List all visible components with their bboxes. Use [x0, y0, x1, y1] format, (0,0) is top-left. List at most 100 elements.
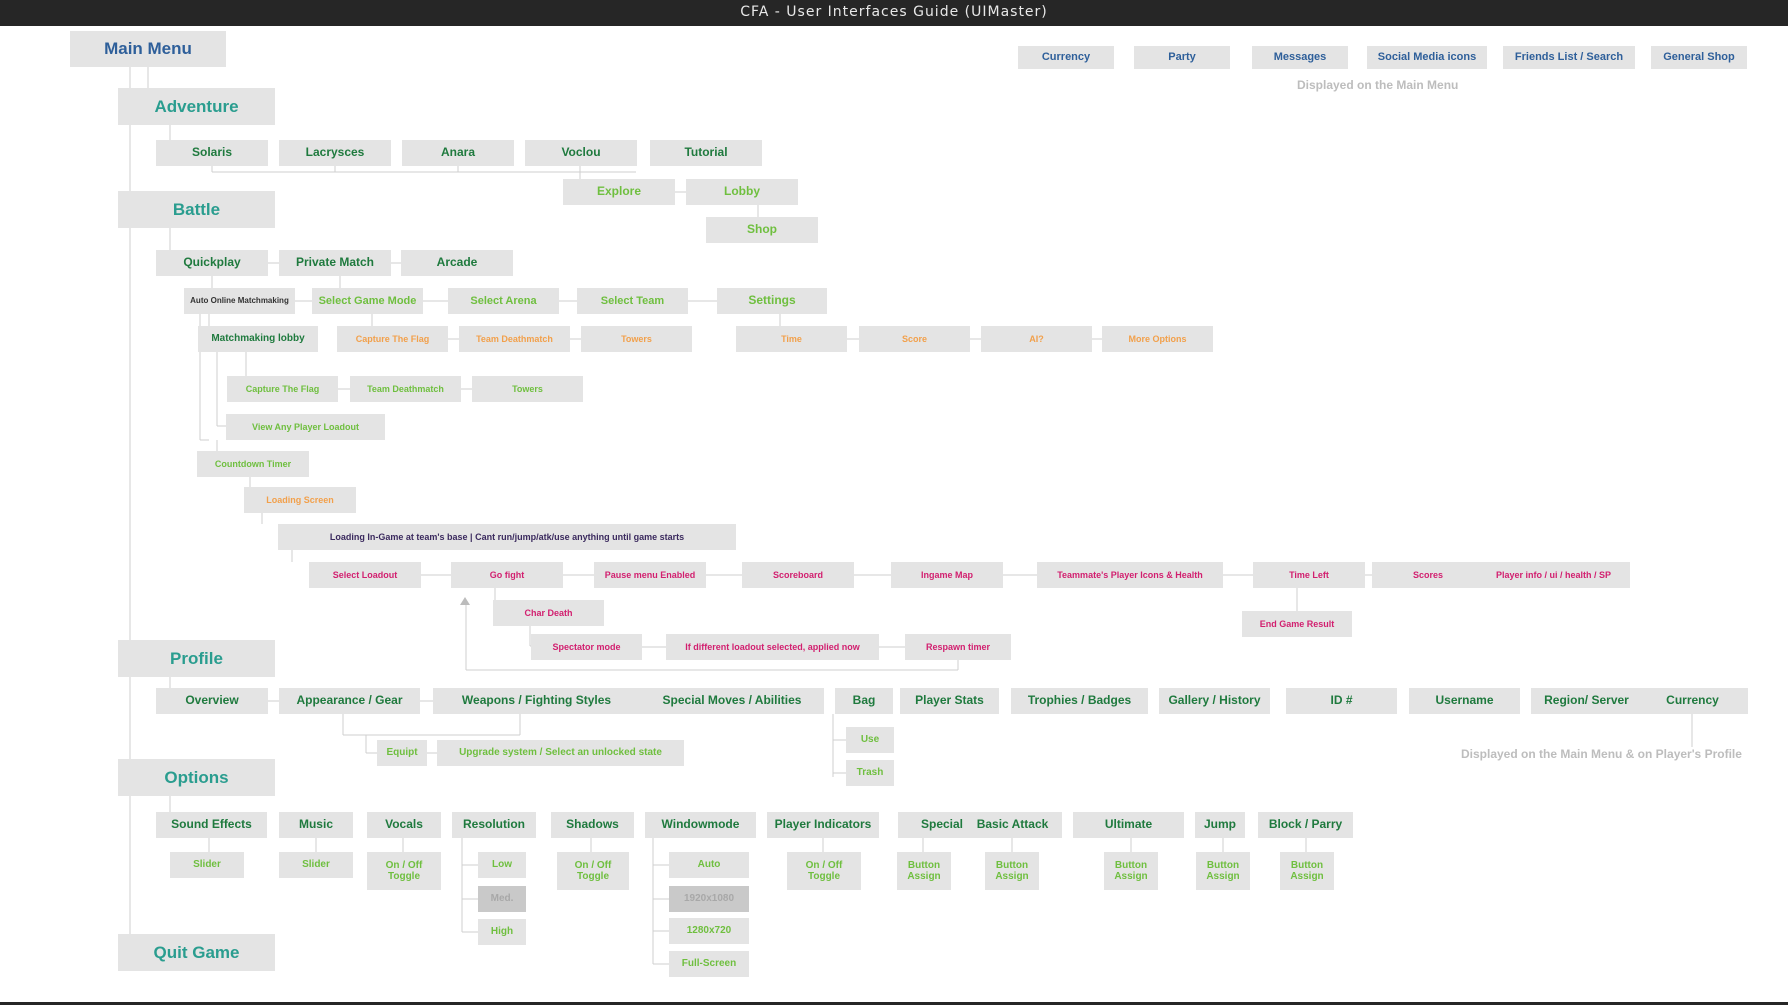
node-top-currency: Currency	[1018, 46, 1114, 69]
node-o-high: High	[478, 919, 526, 945]
node-b-ctf-o: Capture The Flag	[337, 326, 448, 352]
node-b-loadout-view: View Any Player Loadout	[226, 414, 385, 440]
node-top-shop: General Shop	[1651, 46, 1747, 69]
node-o-ultimate-btn: Button Assign	[1104, 852, 1158, 890]
note-profile: Displayed on the Main Menu & on Player's…	[1461, 747, 1742, 761]
node-p-use: Use	[846, 727, 894, 753]
node-adv-tutorial: Tutorial	[650, 140, 762, 166]
node-g-scores: Scores	[1372, 562, 1484, 588]
node-b-private: Private Match	[279, 250, 391, 276]
node-p-special: Special Moves / Abilities	[640, 688, 824, 714]
node-o-music: Music	[279, 812, 353, 838]
node-o-music-slider: Slider	[279, 852, 353, 878]
node-o-sfx-slider: Slider	[170, 852, 244, 878]
node-b-arcade: Arcade	[401, 250, 513, 276]
node-p-gallery: Gallery / History	[1159, 688, 1270, 714]
node-adv-lobby: Lobby	[686, 179, 798, 205]
node-adv-explore: Explore	[563, 179, 675, 205]
node-top-social: Social Media icons	[1367, 46, 1487, 69]
node-b-loading: Loading Screen	[244, 487, 356, 513]
node-o-1280: 1280x720	[669, 918, 749, 944]
node-p-id: ID #	[1286, 688, 1397, 714]
node-o-indicators: Player Indicators	[767, 812, 879, 838]
node-profile: Profile	[118, 640, 275, 677]
node-p-bag: Bag	[835, 688, 893, 714]
node-o-med: Med.	[478, 886, 526, 912]
node-b-tdm-o: Team Deathmatch	[459, 326, 570, 352]
node-o-jump-btn: Button Assign	[1196, 852, 1250, 890]
node-b-gamemode: Select Game Mode	[312, 288, 423, 314]
node-b-towers-o: Towers	[581, 326, 692, 352]
arrowhead-icon	[460, 597, 470, 605]
node-g-diffload: If different loadout selected, applied n…	[666, 634, 879, 660]
node-o-full: Full-Screen	[669, 951, 749, 977]
node-b-ingame: Loading In-Game at team's base | Cant ru…	[278, 524, 736, 550]
node-b-time: Time	[736, 326, 847, 352]
node-g-map: Ingame Map	[891, 562, 1003, 588]
node-g-mates: Teammate's Player Icons & Health	[1037, 562, 1223, 588]
node-o-basic: Basic Attack	[963, 812, 1062, 838]
node-p-upgrade: Upgrade system / Select an unlocked stat…	[437, 740, 684, 766]
node-p-stats: Player Stats	[900, 688, 999, 714]
node-o-special-btn: Button Assign	[897, 852, 951, 890]
node-adv-solaris: Solaris	[156, 140, 268, 166]
node-o-ind-toggle: On / Off Toggle	[787, 852, 861, 890]
node-o-basic-btn: Button Assign	[985, 852, 1039, 890]
node-battle: Battle	[118, 191, 275, 228]
node-p-appearance: Appearance / Gear	[279, 688, 420, 714]
node-o-shadows: Shadows	[551, 812, 634, 838]
node-b-tdm: Team Deathmatch	[350, 376, 461, 402]
node-p-trophies: Trophies / Badges	[1011, 688, 1148, 714]
node-b-team: Select Team	[577, 288, 688, 314]
note-main-menu: Displayed on the Main Menu	[1297, 78, 1459, 92]
node-g-gofight: Go fight	[451, 562, 563, 588]
node-p-username: Username	[1409, 688, 1520, 714]
node-p-region: Region/ Server	[1531, 688, 1642, 714]
node-o-1920: 1920x1080	[669, 886, 749, 912]
node-top-messages: Messages	[1252, 46, 1348, 69]
node-g-spectator: Spectator mode	[531, 634, 642, 660]
node-o-vocals: Vocals	[367, 812, 441, 838]
node-options: Options	[118, 759, 275, 796]
node-g-scoreboard: Scoreboard	[742, 562, 854, 588]
node-g-chardeath: Char Death	[493, 600, 604, 626]
node-o-sfx: Sound Effects	[156, 812, 267, 838]
node-adventure: Adventure	[118, 88, 275, 125]
node-top-friends: Friends List / Search	[1503, 46, 1635, 69]
node-g-timeleft: Time Left	[1253, 562, 1365, 588]
node-p-overview: Overview	[156, 688, 268, 714]
node-o-low: Low	[478, 852, 526, 878]
node-b-settings: Settings	[717, 288, 827, 314]
node-b-auto: Auto Online Matchmaking	[184, 288, 295, 314]
node-g-endgame: End Game Result	[1242, 611, 1352, 637]
node-adv-anara: Anara	[402, 140, 514, 166]
node-g-respawn: Respawn timer	[905, 634, 1011, 660]
node-p-currency: Currency	[1637, 688, 1748, 714]
node-p-trash: Trash	[846, 760, 894, 786]
node-o-auto: Auto	[669, 852, 749, 878]
node-b-quickplay: Quickplay	[156, 250, 268, 276]
node-quit: Quit Game	[118, 934, 275, 971]
node-b-ai: AI?	[981, 326, 1092, 352]
node-o-shadows-toggle: On / Off Toggle	[557, 852, 629, 890]
node-b-countdown: Countdown Timer	[197, 451, 309, 477]
node-b-mlobby: Matchmaking lobby	[198, 326, 318, 352]
node-o-jump: Jump	[1195, 812, 1245, 838]
node-p-equipt: Equipt	[377, 740, 427, 766]
node-b-ctf: Capture The Flag	[227, 376, 338, 402]
node-b-towers: Towers	[472, 376, 583, 402]
node-o-block-btn: Button Assign	[1280, 852, 1334, 890]
node-top-party: Party	[1134, 46, 1230, 69]
node-g-loadout: Select Loadout	[309, 562, 421, 588]
node-o-windowmode: Windowmode	[645, 812, 756, 838]
node-b-arena: Select Arena	[448, 288, 559, 314]
node-o-ultimate: Ultimate	[1073, 812, 1184, 838]
node-g-pause: Pause menu Enabled	[594, 562, 706, 588]
node-p-weapons: Weapons / Fighting Styles	[433, 688, 640, 714]
node-o-resolution: Resolution	[452, 812, 536, 838]
node-g-playerinfo: Player info / ui / health / SP	[1477, 562, 1630, 588]
node-o-block: Block / Parry	[1258, 812, 1353, 838]
node-adv-lacrysces: Lacrysces	[279, 140, 391, 166]
node-b-score: Score	[859, 326, 970, 352]
node-adv-shop: Shop	[706, 217, 818, 243]
